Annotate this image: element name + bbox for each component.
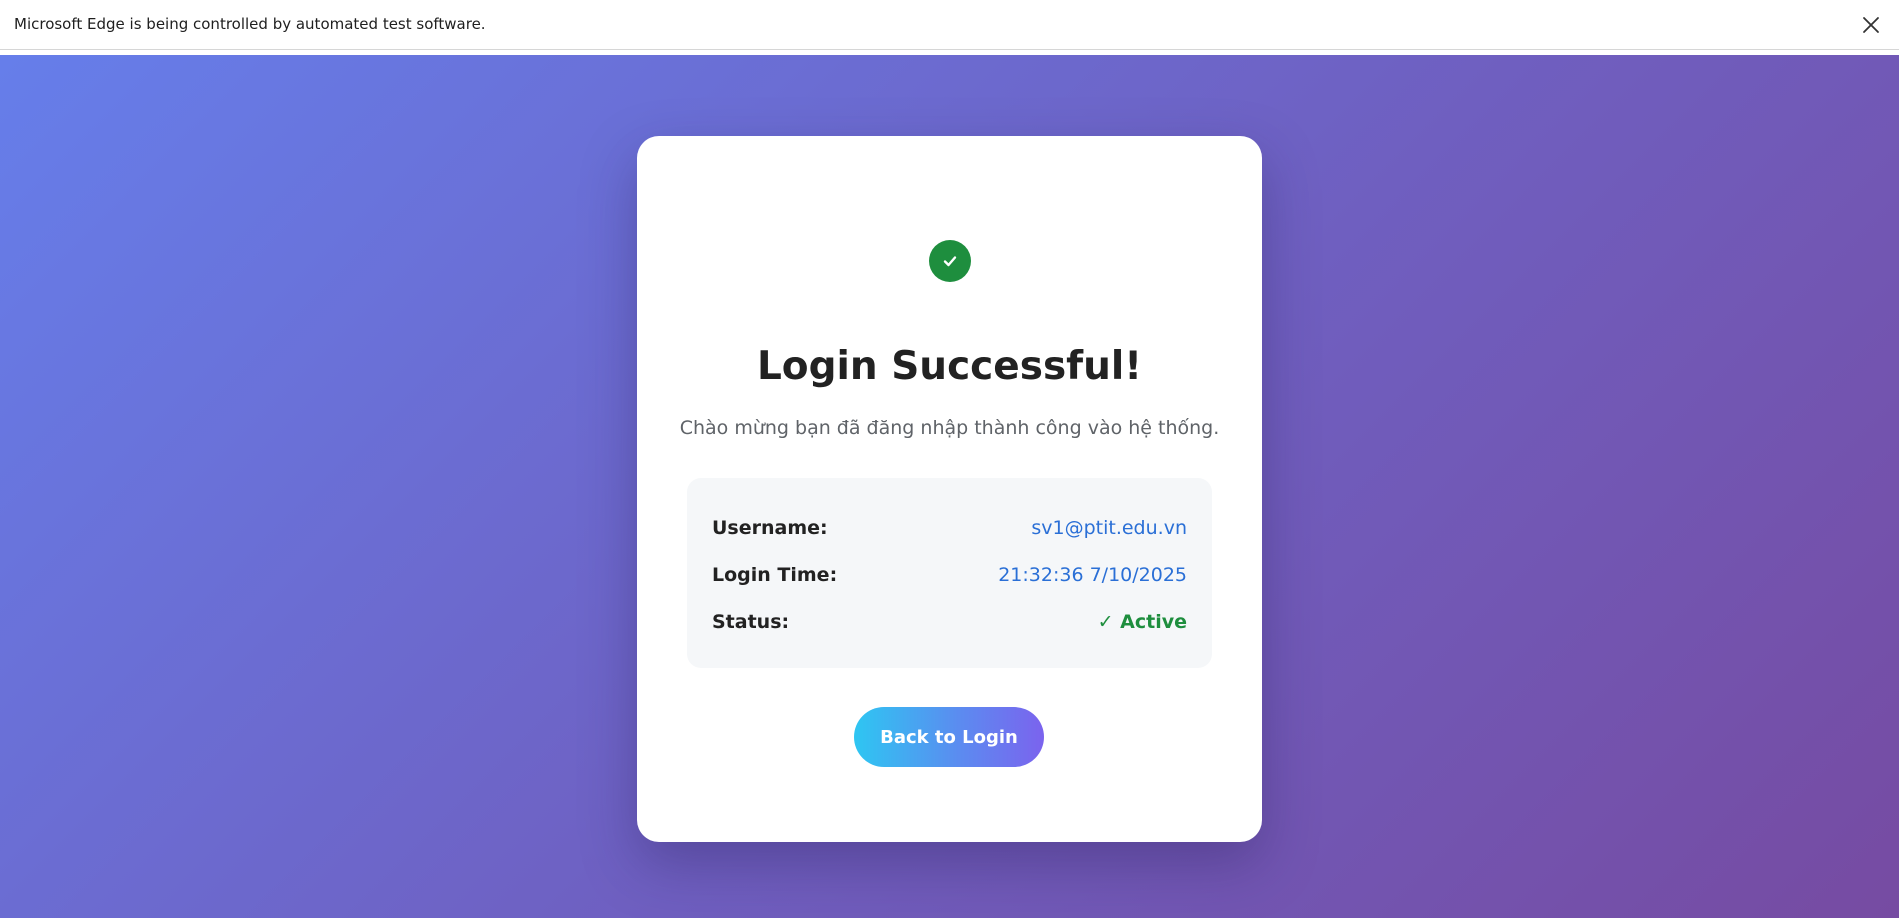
page-background: Login Successful! Chào mừng bạn đã đăng … [0,55,1899,918]
automation-infobar: Microsoft Edge is being controlled by au… [0,0,1899,50]
username-value: sv1@ptit.edu.vn [1031,517,1187,539]
back-to-login-button[interactable]: Back to Login [854,707,1044,767]
detail-row-status: Status: ✓ Active [712,611,1187,639]
login-time-value: 21:32:36 7/10/2025 [998,564,1187,586]
detail-label: Username: [712,517,828,539]
detail-row-login-time: Login Time: 21:32:36 7/10/2025 [712,564,1187,592]
detail-row-username: Username: sv1@ptit.edu.vn [712,517,1187,545]
detail-label: Login Time: [712,564,838,586]
check-circle-icon [929,240,971,282]
close-icon[interactable] [1859,13,1883,37]
status-badge: ✓ Active [1097,611,1187,633]
detail-label: Status: [712,611,790,633]
page-title: Login Successful! [756,344,1143,389]
success-card: Login Successful! Chào mừng bạn đã đăng … [637,136,1262,842]
welcome-message: Chào mừng bạn đã đăng nhập thành công và… [679,417,1220,439]
login-details-panel: Username: sv1@ptit.edu.vn Login Time: 21… [687,478,1212,668]
infobar-message: Microsoft Edge is being controlled by au… [14,15,486,33]
